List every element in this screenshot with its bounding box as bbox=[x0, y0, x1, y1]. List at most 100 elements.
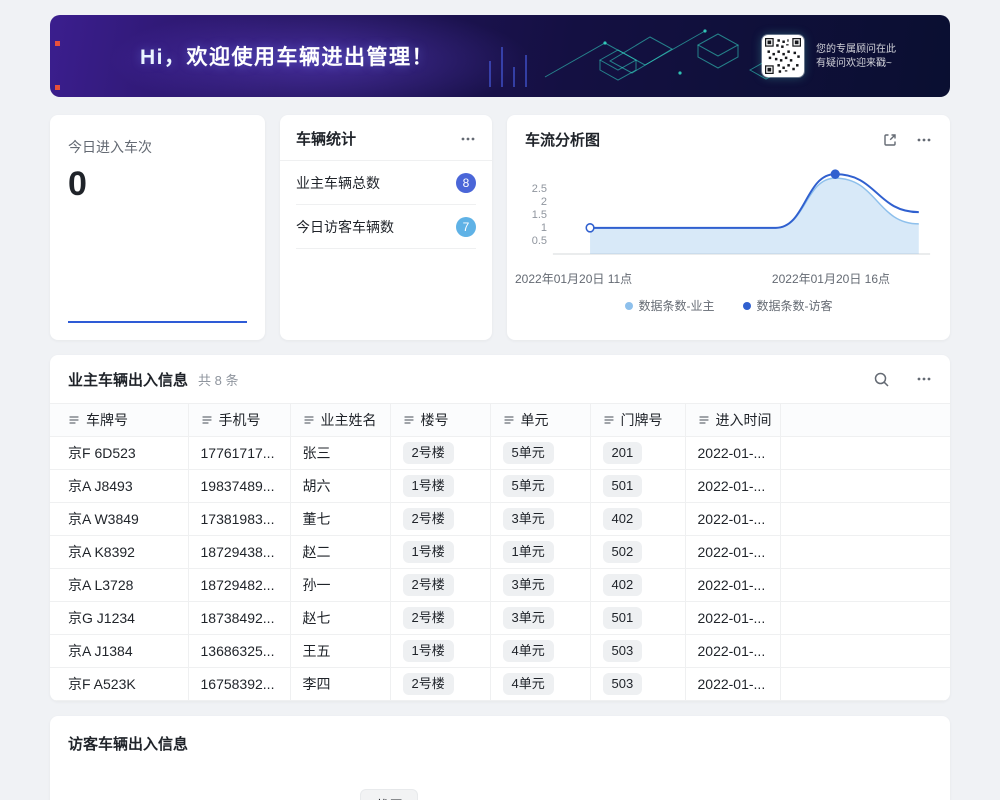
cell-tag: 2号楼 bbox=[403, 508, 454, 530]
column-header[interactable]: 单元 bbox=[490, 404, 590, 437]
cell-tag: 503 bbox=[603, 640, 643, 662]
today-entries-title: 今日进入车次 bbox=[68, 137, 247, 157]
traffic-chart-plot: 0.511.522.5 bbox=[525, 156, 932, 268]
series-area-0 bbox=[590, 178, 919, 254]
column-header[interactable]: 门牌号 bbox=[590, 404, 685, 437]
table-row[interactable]: 京A J849319837489...胡六1号楼5单元5012022-01-..… bbox=[50, 470, 950, 503]
legend-dot bbox=[625, 302, 633, 310]
data-point-marker bbox=[831, 170, 839, 178]
cell-door: 402 bbox=[590, 503, 685, 536]
cell-name: 李四 bbox=[290, 668, 390, 701]
cell-tag: 402 bbox=[603, 574, 643, 596]
cell-plate: 京A L3728 bbox=[50, 569, 188, 602]
export-icon[interactable] bbox=[882, 132, 898, 148]
cell-time: 2022-01-... bbox=[685, 470, 780, 503]
cell-name: 赵二 bbox=[290, 536, 390, 569]
cell-building: 1号楼 bbox=[390, 635, 490, 668]
cell-tag: 2号楼 bbox=[403, 607, 454, 629]
cell-tag: 1号楼 bbox=[403, 640, 454, 662]
cell-phone: 19837489... bbox=[188, 470, 290, 503]
more-icon[interactable] bbox=[916, 371, 932, 387]
field-type-icon bbox=[603, 413, 615, 429]
traffic-chart-title: 车流分析图 bbox=[525, 129, 600, 150]
x-axis-labels: 2022年01月20日 11点2022年01月20日 16点 bbox=[515, 270, 950, 287]
cell-tag: 402 bbox=[603, 508, 643, 530]
cell-name: 张三 bbox=[290, 437, 390, 470]
y-tick-label: 0.5 bbox=[532, 235, 547, 247]
column-header-label: 单元 bbox=[521, 412, 549, 428]
legend-item[interactable]: 数据条数-业主 bbox=[625, 297, 715, 314]
column-header-label: 门牌号 bbox=[621, 412, 663, 428]
owner-table-body: 京F 6D52317761717...张三2号楼5单元2012022-01-..… bbox=[50, 437, 950, 701]
partial-button[interactable]: 截屏 bbox=[360, 789, 418, 800]
table-row[interactable]: 京F 6D52317761717...张三2号楼5单元2012022-01-..… bbox=[50, 437, 950, 470]
cell-empty bbox=[780, 470, 950, 503]
more-icon[interactable] bbox=[460, 131, 476, 147]
cell-time: 2022-01-... bbox=[685, 668, 780, 701]
cell-empty bbox=[780, 437, 950, 470]
cell-name: 董七 bbox=[290, 503, 390, 536]
cell-tag: 1单元 bbox=[503, 541, 554, 563]
table-row[interactable]: 京G J123418738492...赵七2号楼3单元5012022-01-..… bbox=[50, 602, 950, 635]
count-badge: 8 bbox=[456, 173, 476, 193]
cell-empty bbox=[780, 569, 950, 602]
banner-title-hi: Hi， bbox=[140, 46, 187, 69]
cell-phone: 16758392... bbox=[188, 668, 290, 701]
field-type-icon bbox=[698, 413, 710, 429]
cell-door: 503 bbox=[590, 635, 685, 668]
cell-building: 2号楼 bbox=[390, 503, 490, 536]
cell-tag: 5单元 bbox=[503, 475, 554, 497]
table-row[interactable]: 京A L372818729482...孙一2号楼3单元4022022-01-..… bbox=[50, 569, 950, 602]
qr-code bbox=[762, 35, 804, 77]
table-row[interactable]: 京A J138413686325...王五1号楼4单元5032022-01-..… bbox=[50, 635, 950, 668]
cell-tag: 3单元 bbox=[503, 508, 554, 530]
cell-door: 502 bbox=[590, 536, 685, 569]
cell-name: 胡六 bbox=[290, 470, 390, 503]
column-header[interactable]: 车牌号 bbox=[50, 404, 188, 437]
legend-item[interactable]: 数据条数-访客 bbox=[743, 297, 833, 314]
table-row[interactable]: 京F A523K16758392...李四2号楼4单元5032022-01-..… bbox=[50, 668, 950, 701]
visitor-table-title: 访客车辆出入信息 bbox=[68, 733, 932, 754]
vehicle-stat-item[interactable]: 业主车辆总数 8 bbox=[296, 161, 476, 205]
vehicle-stat-label: 业主车辆总数 bbox=[296, 173, 380, 193]
cell-empty bbox=[780, 536, 950, 569]
cell-plate: 京A K8392 bbox=[50, 536, 188, 569]
cell-unit: 3单元 bbox=[490, 602, 590, 635]
search-icon[interactable] bbox=[873, 371, 890, 388]
cell-plate: 京G J1234 bbox=[50, 602, 188, 635]
cell-tag: 2号楼 bbox=[403, 574, 454, 596]
banner-illustration bbox=[450, 15, 810, 97]
cell-plate: 京A J8493 bbox=[50, 470, 188, 503]
column-header[interactable]: 楼号 bbox=[390, 404, 490, 437]
cell-time: 2022-01-... bbox=[685, 437, 780, 470]
cell-door: 501 bbox=[590, 470, 685, 503]
cell-door: 402 bbox=[590, 569, 685, 602]
chart-legend: 数据条数-业主 数据条数-访客 bbox=[507, 297, 950, 314]
cell-tag: 3单元 bbox=[503, 607, 554, 629]
cell-unit: 1单元 bbox=[490, 536, 590, 569]
more-icon[interactable] bbox=[916, 132, 932, 148]
cell-tag: 2号楼 bbox=[403, 673, 454, 695]
cell-door: 201 bbox=[590, 437, 685, 470]
column-header[interactable]: 业主姓名 bbox=[290, 404, 390, 437]
field-type-icon bbox=[303, 413, 315, 429]
owner-table: 车牌号手机号 业主姓名楼号 单元 门牌号 进入时间 京F 6D52317761717..… bbox=[50, 403, 950, 701]
x-tick-label: 2022年01月20日 16点 bbox=[772, 270, 890, 287]
traffic-line-chart bbox=[551, 156, 932, 268]
cell-time: 2022-01-... bbox=[685, 635, 780, 668]
cell-phone: 13686325... bbox=[188, 635, 290, 668]
field-type-icon bbox=[503, 413, 515, 429]
traffic-chart-card: 车流分析图 0.511.522.5 2022年01月20日 11点2022年01… bbox=[507, 115, 950, 340]
top-cards-row: 今日进入车次 0 车辆统计 业主车辆总数8今日访客车辆数7 车流分析图 bbox=[50, 115, 950, 340]
cell-tag: 201 bbox=[603, 442, 643, 464]
table-row[interactable]: 京A K839218729438...赵二1号楼1单元5022022-01-..… bbox=[50, 536, 950, 569]
column-header-label: 业主姓名 bbox=[321, 412, 377, 428]
column-header[interactable]: 进入时间 bbox=[685, 404, 780, 437]
vehicle-stat-item[interactable]: 今日访客车辆数7 bbox=[296, 205, 476, 249]
table-row[interactable]: 京A W384917381983...董七2号楼3单元4022022-01-..… bbox=[50, 503, 950, 536]
banner-red-dot bbox=[55, 41, 60, 46]
field-type-icon bbox=[201, 413, 213, 429]
cell-tag: 4单元 bbox=[503, 640, 554, 662]
cell-tag: 3单元 bbox=[503, 574, 554, 596]
column-header[interactable]: 手机号 bbox=[188, 404, 290, 437]
